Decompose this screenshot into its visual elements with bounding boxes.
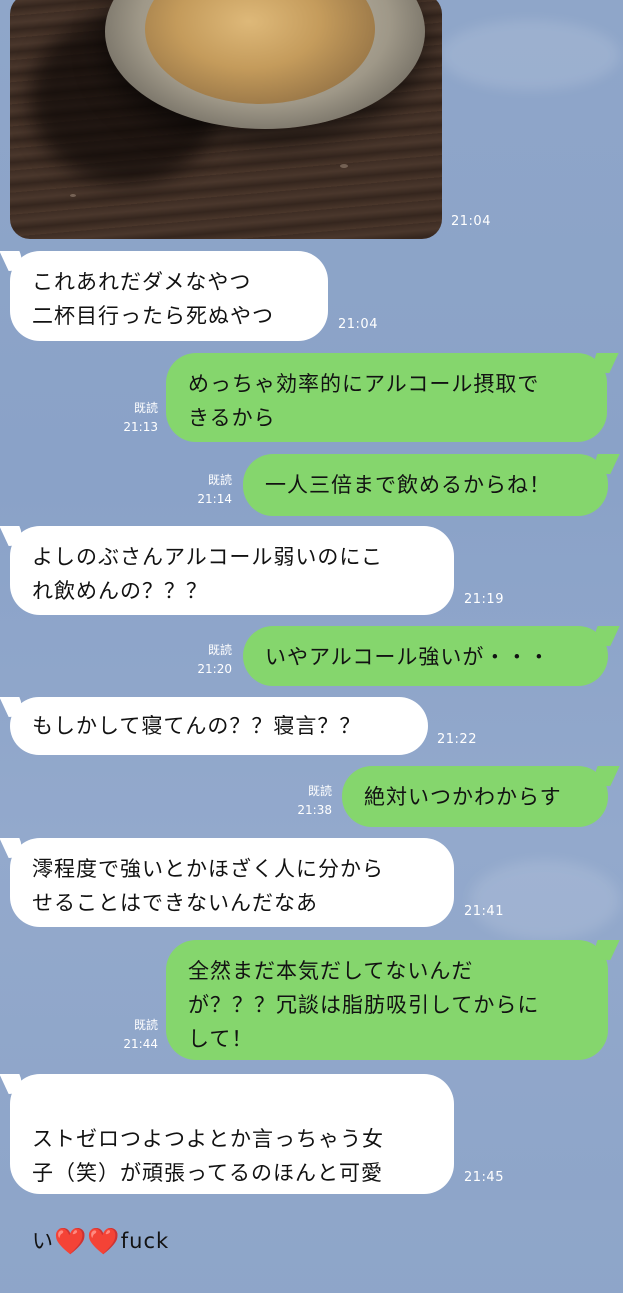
- photo-speck: [70, 194, 76, 197]
- message-text-fuck: fuck: [120, 1229, 170, 1253]
- message-time: 21:44: [123, 1037, 158, 1051]
- message-text: めっちゃ効率的にアルコール摂取で きるから: [188, 372, 540, 430]
- message-time: 21:22: [437, 732, 477, 747]
- incoming-message[interactable]: ストゼロつよつよとか言っちゃう女 子（笑）が頑張ってるのほんと可愛 い❤️❤️f…: [10, 1074, 454, 1257]
- message-time: 21:04: [338, 317, 378, 332]
- message-text: よしのぶさんアルコール弱いのにこ れ飲めんの？？？: [32, 545, 383, 603]
- message-time: 21:20: [197, 662, 232, 676]
- message-time: 21:19: [464, 592, 504, 607]
- outgoing-message[interactable]: いやアルコール強いが・・・: [243, 626, 608, 686]
- incoming-message[interactable]: 澪程度で強いとかほざく人に分から せることはできないんだなあ: [10, 838, 454, 927]
- read-label: 既読: [133, 401, 158, 415]
- read-label: 既読: [133, 1018, 158, 1032]
- incoming-message[interactable]: これあれだダメなやつ 二杯目行ったら死ぬやつ: [10, 251, 328, 341]
- read-receipt: 既読 21:13: [112, 399, 158, 437]
- message-text-lines: ストゼロつよつよとか言っちゃう女 子（笑）が頑張ってるのほんと可愛: [32, 1127, 384, 1185]
- read-label: 既読: [307, 784, 332, 798]
- heart-emoji: ❤️❤️: [54, 1227, 121, 1257]
- message-time: 21:14: [197, 492, 232, 506]
- outgoing-message[interactable]: 全然まだ本気だしてないんだ が？？？冗談は脂肪吸引してからに して！: [166, 940, 608, 1060]
- message-text-line-3: い❤️❤️fuck: [32, 1227, 170, 1257]
- outgoing-message[interactable]: 絶対いつかわからす: [342, 766, 608, 827]
- photo-message[interactable]: [10, 0, 442, 239]
- message-text: 澪程度で強いとかほざく人に分から せることはできないんだなあ: [32, 857, 384, 915]
- incoming-message[interactable]: よしのぶさんアルコール弱いのにこ れ飲めんの？？？: [10, 526, 454, 615]
- message-time: 21:13: [123, 420, 158, 434]
- message-text: 全然まだ本気だしてないんだ が？？？冗談は脂肪吸引してからに して！: [188, 959, 540, 1051]
- message-text: これあれだダメなやつ 二杯目行ったら死ぬやつ: [32, 270, 274, 328]
- message-time: 21:38: [297, 803, 332, 817]
- read-receipt: 既読 21:20: [186, 641, 232, 679]
- message-text: ストゼロつよつよとか言っちゃう女 子（笑）が頑張ってるのほんと可愛 い❤️❤️f…: [32, 1088, 438, 1293]
- message-time: 21:45: [464, 1170, 504, 1185]
- outgoing-message[interactable]: めっちゃ効率的にアルコール摂取で きるから: [166, 353, 607, 442]
- read-label: 既読: [207, 643, 232, 657]
- message-text: もしかして寝てんの？？寝言？？: [32, 714, 362, 738]
- read-receipt: 既読 21:38: [286, 782, 332, 820]
- message-text: いやアルコール強いが・・・: [265, 645, 551, 669]
- read-label: 既読: [207, 473, 232, 487]
- read-receipt: 既読 21:14: [186, 471, 232, 509]
- message-text: 絶対いつかわからす: [364, 785, 562, 809]
- photo-speck: [340, 164, 348, 168]
- message-time: 21:04: [451, 214, 491, 229]
- incoming-message[interactable]: もしかして寝てんの？？寝言？？: [10, 697, 428, 755]
- outgoing-message[interactable]: 一人三倍まで飲めるからね！: [243, 454, 608, 516]
- message-time: 21:41: [464, 904, 504, 919]
- message-text: 一人三倍まで飲めるからね！: [265, 473, 551, 497]
- read-receipt: 既読 21:44: [112, 1016, 158, 1054]
